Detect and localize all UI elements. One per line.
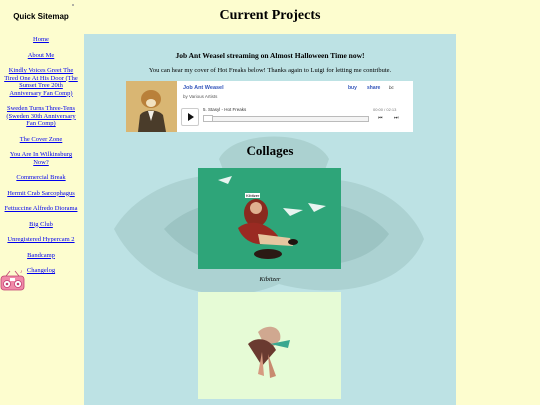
nav-link-hermit-crab[interactable]: Hermit Crab Sarcophagus (3, 190, 79, 198)
nav-link-fettuccine[interactable]: Fettuccine Alfredo Diorama (3, 205, 79, 213)
progress-bar[interactable] (203, 116, 369, 122)
nav-link-bandcamp[interactable]: Bandcamp (3, 252, 79, 260)
nav-link-home[interactable]: Home (3, 36, 79, 44)
nav-link-about-me[interactable]: About Me (3, 52, 79, 60)
nav-link-kindly-voices[interactable]: Kindly Voices Greet The Tired One At His… (3, 67, 79, 97)
play-button[interactable] (181, 108, 199, 126)
sidebar: Quick Sitemap Home About Me Kindly Voice… (0, 0, 82, 405)
next-track-icon[interactable]: ⏭ (394, 115, 399, 121)
album-art-image (126, 81, 177, 132)
nav-link-commercial-break[interactable]: Commercial Break (3, 174, 79, 182)
bandcamp-player: Job Ant Weasel by Various Artists buy sh… (126, 81, 413, 132)
album-title-link[interactable]: Job Ant Weasel (183, 85, 224, 91)
nav-link-sweden-turns[interactable]: Sweden Turns Three-Tens (Sweden 30th Ann… (3, 105, 79, 128)
decorative-dot (72, 4, 74, 6)
collages-heading: Collages (246, 143, 294, 158)
stream-announcement-text: You can hear my cover of Hot Freaks belo… (148, 67, 392, 74)
main-panel: Job Ant Weasel streaming on Almost Hallo… (84, 34, 456, 405)
stream-announcement-title: Job Ant Weasel streaming on Almost Hallo… (175, 51, 365, 60)
collage-image-2[interactable] (198, 292, 341, 399)
bandcamp-logo[interactable]: bc (389, 85, 394, 90)
page-title: Current Projects (219, 8, 321, 23)
buy-link[interactable]: buy (348, 85, 357, 91)
collage-2-artwork (198, 292, 341, 399)
svg-text:♪: ♪ (20, 270, 23, 275)
collage-1-label: Kibitzer (245, 193, 261, 198)
track-time: 00:00 / 02:13 (373, 107, 397, 112)
collage-1-artwork (198, 168, 341, 269)
nav-link-wilkinsburg[interactable]: You Are In Wilkinsburg Now? (3, 151, 79, 166)
album-artist: by Various Artists (183, 94, 218, 99)
sitemap-nav: Home About Me Kindly Voices Greet The Ti… (0, 36, 82, 275)
nav-link-big-club[interactable]: Big Club (3, 221, 79, 229)
nav-link-hypercam[interactable]: Unregistered Hypercam 2 (3, 236, 79, 244)
previous-track-icon[interactable]: ⏮ (378, 115, 383, 121)
progress-handle[interactable] (203, 115, 213, 122)
collage-1-caption: Kibitzer (259, 276, 281, 283)
boombox-icon: ♪ (0, 270, 25, 291)
nav-link-cover-zone[interactable]: The Cover Zone (3, 136, 79, 144)
collage-image-kibitzer[interactable]: Kibitzer (198, 168, 341, 269)
track-title: 5. Stasyl - Hot Freaks (203, 107, 247, 112)
share-link[interactable]: share (367, 85, 380, 91)
